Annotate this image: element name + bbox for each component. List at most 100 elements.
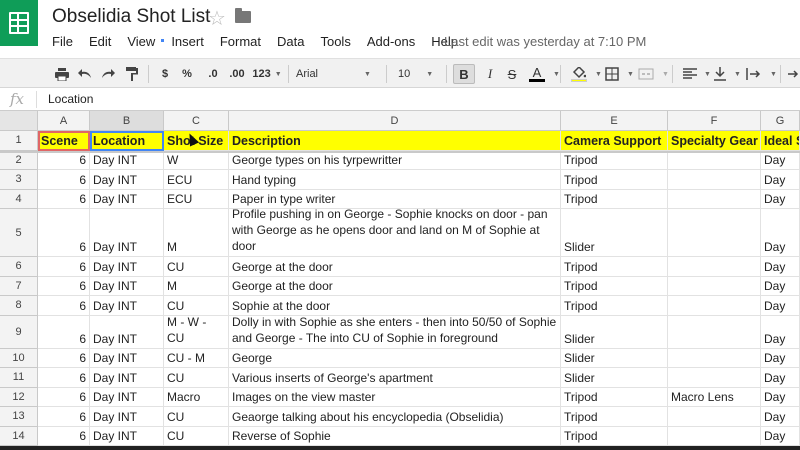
cell-f5[interactable] [668, 209, 761, 257]
italic-button[interactable]: I [482, 64, 498, 84]
cell-a2[interactable]: 6 [38, 150, 90, 170]
cell-g4[interactable]: Day [761, 189, 800, 209]
cell-c9[interactable]: M - W - CU [164, 315, 229, 349]
cell-a8[interactable]: 6 [38, 296, 90, 316]
cell-f6[interactable] [668, 257, 761, 277]
cell-e14[interactable]: Tripod [561, 426, 668, 446]
cell-a13[interactable]: 6 [38, 407, 90, 427]
cell-a5[interactable]: 6 [38, 209, 90, 257]
column-header-d[interactable]: D [229, 111, 561, 131]
cell-g14[interactable]: Day [761, 426, 800, 446]
cell-f3[interactable] [668, 170, 761, 190]
column-header-e[interactable]: E [561, 111, 668, 131]
row-number[interactable]: 9 [0, 315, 38, 349]
menu-file[interactable]: File [52, 34, 73, 50]
font-size-select[interactable]: 10 ▼ [398, 64, 440, 84]
align-left-icon[interactable] [682, 64, 698, 84]
menu-format[interactable]: Format [220, 34, 261, 50]
row-number[interactable]: 11 [0, 368, 38, 388]
rotate-text-icon[interactable] [786, 64, 800, 84]
merge-cells-icon[interactable] [636, 64, 656, 84]
cell-f8[interactable] [668, 296, 761, 316]
cell-d13[interactable]: Geaorge talking about his encyclopedia (… [229, 407, 561, 427]
column-header-b[interactable]: B [90, 111, 164, 131]
folder-icon[interactable] [235, 8, 251, 23]
menu-addons[interactable]: Add-ons [367, 34, 415, 50]
cell-e8[interactable]: Tripod [561, 296, 668, 316]
increase-decimals-button[interactable]: .00 [227, 64, 247, 84]
column-header-f[interactable]: F [668, 111, 761, 131]
cell-e3[interactable]: Tripod [561, 170, 668, 190]
cell-b6[interactable]: Day INT [90, 257, 164, 277]
cell-f13[interactable] [668, 407, 761, 427]
menu-tools[interactable]: Tools [320, 34, 350, 50]
cell-c13[interactable]: CU [164, 407, 229, 427]
undo-icon[interactable] [77, 64, 93, 84]
cell-d14[interactable]: Reverse of Sophie [229, 426, 561, 446]
cell-e7[interactable]: Tripod [561, 276, 668, 296]
cell-g7[interactable]: Day [761, 276, 800, 296]
cell-a14[interactable]: 6 [38, 426, 90, 446]
cell-g12[interactable]: Day [761, 387, 800, 407]
cell-e13[interactable]: Tripod [561, 407, 668, 427]
cell-b8[interactable]: Day INT [90, 296, 164, 316]
cell-b12[interactable]: Day INT [90, 387, 164, 407]
cell-d6[interactable]: George at the door [229, 257, 561, 277]
cell-a6[interactable]: 6 [38, 257, 90, 277]
row-number[interactable]: 10 [0, 348, 38, 368]
cell-a10[interactable]: 6 [38, 348, 90, 368]
chevron-down-icon[interactable]: ▼ [553, 71, 560, 78]
row-number[interactable]: 2 [0, 150, 38, 170]
cell-c5[interactable]: M [164, 209, 229, 257]
cell-f9[interactable] [668, 315, 761, 349]
star-icon[interactable]: ☆ [208, 6, 226, 31]
cell-a11[interactable]: 6 [38, 368, 90, 388]
cell-g1[interactable]: Ideal S [761, 131, 800, 151]
cell-d8[interactable]: Sophie at the door [229, 296, 561, 316]
cell-g10[interactable]: Day [761, 348, 800, 368]
cell-e10[interactable]: Slider [561, 348, 668, 368]
cell-d12[interactable]: Images on the view master [229, 387, 561, 407]
row-number[interactable]: 13 [0, 407, 38, 427]
cell-f1[interactable]: Specialty Gear [668, 131, 761, 151]
paint-format-icon[interactable] [124, 64, 140, 84]
menu-insert[interactable]: Insert [171, 34, 204, 50]
row-number[interactable]: 7 [0, 276, 38, 296]
cell-f7[interactable] [668, 276, 761, 296]
cell-c14[interactable]: CU [164, 426, 229, 446]
cell-e5[interactable]: Slider [561, 209, 668, 257]
borders-icon[interactable] [603, 64, 621, 84]
cell-a1[interactable]: Scene [38, 131, 90, 151]
cell-d5[interactable]: Profile pushing in on George - Sophie kn… [229, 209, 561, 257]
cell-d2[interactable]: George types on his tyrpewritter [229, 150, 561, 170]
cell-c10[interactable]: CU - M [164, 348, 229, 368]
chevron-down-icon[interactable]: ▼ [770, 71, 777, 78]
cell-f12[interactable]: Macro Lens [668, 387, 761, 407]
document-title[interactable]: Obselidia Shot List [52, 6, 210, 28]
menu-data[interactable]: Data [277, 34, 304, 50]
cell-c6[interactable]: CU [164, 257, 229, 277]
cell-b14[interactable]: Day INT [90, 426, 164, 446]
row-number[interactable]: 6 [0, 257, 38, 277]
cell-b10[interactable]: Day INT [90, 348, 164, 368]
cell-a7[interactable]: 6 [38, 276, 90, 296]
row-number[interactable]: 5 [0, 209, 38, 257]
cell-b9[interactable]: Day INT [90, 315, 164, 349]
column-header-g[interactable]: G [761, 111, 800, 131]
cell-c12[interactable]: Macro [164, 387, 229, 407]
chevron-down-icon[interactable]: ▼ [627, 71, 634, 78]
cell-a4[interactable]: 6 [38, 189, 90, 209]
cell-c8[interactable]: CU [164, 296, 229, 316]
cell-c3[interactable]: ECU [164, 170, 229, 190]
menu-edit[interactable]: Edit [89, 34, 111, 50]
strikethrough-button[interactable]: S [504, 64, 520, 84]
menu-view[interactable]: View [127, 34, 155, 50]
cell-b7[interactable]: Day INT [90, 276, 164, 296]
fill-color-button[interactable] [568, 64, 590, 84]
row-number[interactable]: 8 [0, 296, 38, 316]
chevron-down-icon[interactable]: ▼ [662, 71, 669, 78]
cell-e11[interactable]: Slider [561, 368, 668, 388]
cell-g2[interactable]: Day [761, 150, 800, 170]
redo-icon[interactable] [100, 64, 116, 84]
cell-c11[interactable]: CU [164, 368, 229, 388]
